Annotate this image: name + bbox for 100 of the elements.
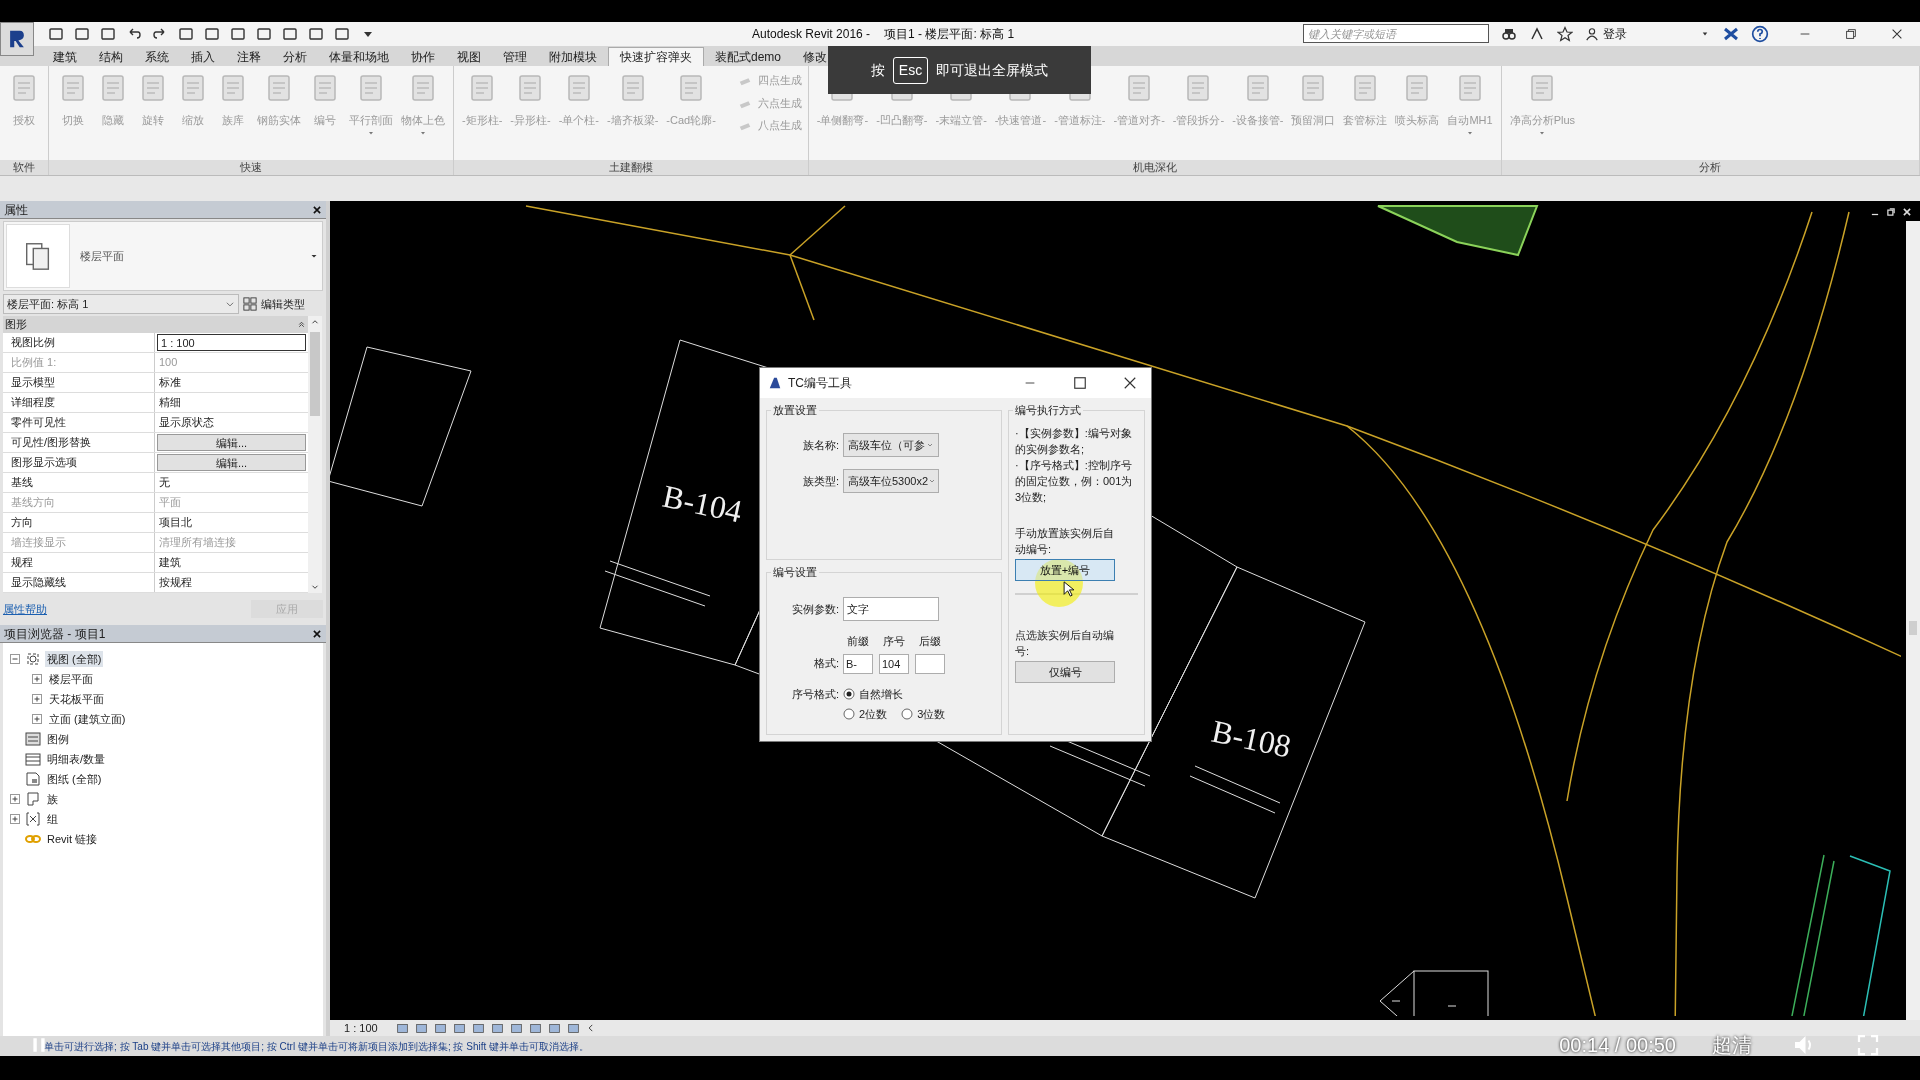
radio-button[interactable] xyxy=(843,708,855,721)
view-control-icon[interactable] xyxy=(433,1021,447,1035)
sign-in-button[interactable]: 登录 xyxy=(1585,24,1627,43)
column-header: 序号 xyxy=(882,634,906,649)
ribbon-tab[interactable]: 快速扩容弹夹 xyxy=(608,47,704,66)
ribbon-tab[interactable]: 插入 xyxy=(180,47,226,66)
maximize-icon[interactable] xyxy=(1073,376,1087,390)
view-control-icon[interactable] xyxy=(414,1021,428,1035)
ribbon-tab[interactable]: 结构 xyxy=(88,47,134,66)
exchange-icon[interactable] xyxy=(1723,25,1739,42)
dropdown[interactable]: 高级车位5300x2 xyxy=(843,469,939,493)
expand-icon[interactable] xyxy=(9,813,21,825)
edit-button[interactable]: 编辑... xyxy=(157,454,306,471)
column-header: 前缀 xyxy=(846,634,870,649)
tree-item[interactable]: 图纸 (全部) xyxy=(45,770,104,788)
radio-option[interactable]: 2位数 xyxy=(843,706,888,723)
help-icon[interactable] xyxy=(1751,24,1769,43)
text-field[interactable] xyxy=(915,653,945,674)
view-control-icon[interactable] xyxy=(566,1021,580,1035)
ribbon-tab[interactable]: 附加模块 xyxy=(538,47,608,66)
property-label: 基线方向 xyxy=(11,495,55,511)
view-control-icon[interactable] xyxy=(395,1021,409,1035)
expand-icon[interactable] xyxy=(31,693,43,705)
view-control-icon[interactable] xyxy=(509,1021,523,1035)
ribbon-tab[interactable]: 协作 xyxy=(400,47,446,66)
tree-item[interactable]: 组 xyxy=(45,810,60,828)
search-field[interactable]: 键入关键字或短语 xyxy=(1303,24,1489,43)
edit-button[interactable]: 编辑... xyxy=(157,434,306,451)
collapse-icon xyxy=(297,320,306,329)
collapse-icon[interactable] xyxy=(9,653,21,665)
tree-item[interactable]: 图例 xyxy=(45,730,71,748)
property-input[interactable]: 1 : 100 xyxy=(157,334,306,351)
expand-icon[interactable] xyxy=(31,673,43,685)
radio-button[interactable] xyxy=(901,708,914,721)
expand-icon[interactable] xyxy=(31,713,43,725)
dropdown[interactable]: 高级车位（可参 xyxy=(843,433,939,457)
tree-item[interactable]: 楼层平面 xyxy=(47,670,95,688)
app-menu-button[interactable] xyxy=(0,22,34,56)
radio-option[interactable]: 自然增长 xyxy=(843,685,953,702)
panel-title: 分析 xyxy=(1699,160,1722,175)
scroll-thumb[interactable] xyxy=(310,332,320,416)
view-control-icon[interactable] xyxy=(528,1021,542,1035)
tree-item[interactable]: 族 xyxy=(45,790,60,808)
scale-button[interactable]: 1 : 100 xyxy=(344,1019,378,1037)
action-button[interactable]: 放置+编号 xyxy=(1015,559,1115,581)
close-icon[interactable] xyxy=(312,628,322,639)
radio-option[interactable]: 3位数 xyxy=(901,706,946,723)
property-label: 零件可见性 xyxy=(11,415,66,431)
property-label: 显示模型 xyxy=(11,375,55,391)
scrollbar[interactable] xyxy=(1906,221,1920,1020)
type-selector[interactable]: 楼层平面 xyxy=(3,221,323,291)
property-label: 可见性/图形替换 xyxy=(11,435,92,451)
view-control-icon[interactable] xyxy=(547,1021,561,1035)
tree-item[interactable]: 视图 (全部) xyxy=(45,650,104,668)
tree-item[interactable]: 天花板平面 xyxy=(47,690,106,708)
app-title: Autodesk Revit 2016 - xyxy=(752,26,871,43)
ribbon-tab[interactable]: 体量和场地 xyxy=(318,47,400,66)
view-control-icon[interactable] xyxy=(490,1021,504,1035)
property-label: 详细程度 xyxy=(11,395,55,411)
ribbon-tab[interactable]: 装配式demo xyxy=(704,47,793,66)
help-link[interactable]: 属性帮助 xyxy=(3,600,47,618)
tree-item[interactable]: 立面 (建筑立面) xyxy=(47,710,128,728)
field-label: 族名称: xyxy=(801,437,839,453)
fullscreen-icon[interactable] xyxy=(1856,1033,1880,1057)
panel-title: 机电深化 xyxy=(1132,160,1177,175)
star-icon[interactable] xyxy=(1557,25,1573,42)
text-field[interactable]: 文字 xyxy=(843,597,939,621)
close-icon[interactable] xyxy=(1123,376,1137,390)
ribbon-tab[interactable]: 建筑 xyxy=(42,47,88,66)
view-control-icon[interactable] xyxy=(471,1021,485,1035)
action-button[interactable]: 仅编号 xyxy=(1015,661,1115,683)
document-title: 项目1 - 楼层平面: 标高 1 xyxy=(884,26,1015,43)
scroll-thumb[interactable] xyxy=(1909,621,1917,635)
field-label: 实例参数: xyxy=(790,601,839,617)
instance-dropdown[interactable]: 楼层平面: 标高 1 xyxy=(3,294,239,314)
ribbon-tab[interactable]: 系统 xyxy=(134,47,180,66)
edit-type-button[interactable]: 编辑类型 xyxy=(243,295,305,313)
text-field[interactable]: 104 xyxy=(879,653,909,674)
radio-button[interactable] xyxy=(843,687,855,700)
restore-icon[interactable] xyxy=(1886,207,1896,217)
view-control-icon[interactable] xyxy=(452,1021,466,1035)
expand-icon[interactable] xyxy=(9,793,21,805)
property-value: 无 xyxy=(158,475,171,491)
field-label: 格式: xyxy=(812,656,839,672)
quality-button[interactable]: 超清 xyxy=(1712,1030,1752,1060)
ribbon-tab[interactable]: 注释 xyxy=(226,47,272,66)
close-icon[interactable] xyxy=(312,204,322,215)
text-field[interactable]: B- xyxy=(843,653,873,674)
property-label: 基线 xyxy=(11,475,33,491)
ribbon-tab[interactable]: 视图 xyxy=(446,47,492,66)
panel-title: 项目浏览器 - 项目1 xyxy=(4,625,106,643)
app-icon xyxy=(768,376,782,390)
ribbon-tab[interactable]: 管理 xyxy=(492,47,538,66)
tree-item[interactable]: Revit 链接 xyxy=(45,830,100,848)
scrollbar[interactable] xyxy=(308,316,322,593)
ribbon-tab[interactable]: 分析 xyxy=(272,47,318,66)
property-value: 显示原状态 xyxy=(158,415,215,431)
tree-item[interactable]: 明细表/数量 xyxy=(45,750,108,768)
group-header[interactable]: 图形 xyxy=(3,316,308,333)
property-label: 墙连接显示 xyxy=(11,535,66,551)
